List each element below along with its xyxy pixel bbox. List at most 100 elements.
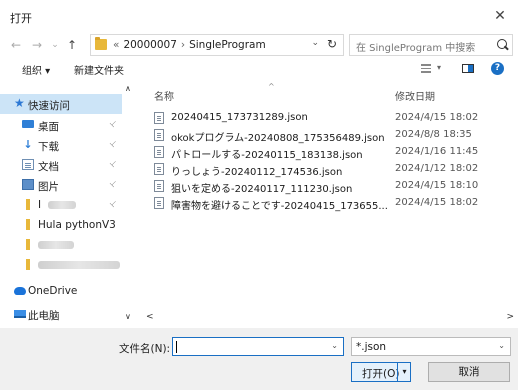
sidebar-item-desktop[interactable]: 桌面 ⊥ [0, 115, 122, 135]
open-options-dropdown-icon[interactable]: ▾ [397, 363, 411, 381]
pin-icon[interactable]: ⊥ [108, 118, 119, 129]
navigation-pane: ★ 快速访问 桌面 ⊥ ↓ 下载 ⊥ 文档 ⊥ 图片 ⊥ I ⊥ Hula py… [0, 82, 136, 326]
file-icon [154, 197, 164, 209]
sidebar-item-downloads[interactable]: ↓ 下载 ⊥ [0, 135, 122, 155]
breadcrumb-separator[interactable]: › [181, 39, 185, 51]
cancel-button[interactable]: 取消 [428, 362, 510, 382]
pin-icon[interactable]: ⊥ [108, 158, 119, 169]
folder-icon [26, 199, 30, 210]
open-button[interactable]: 打开(O) ▾ [351, 362, 411, 382]
sidebar-item-label: 桌面 [38, 121, 59, 133]
sidebar-item-folder-1[interactable]: I ⊥ [0, 195, 122, 215]
window-title: 打开 [10, 12, 32, 25]
chevron-down-icon[interactable]: ⌄ [498, 341, 505, 350]
new-folder-button[interactable]: 新建文件夹 [74, 62, 124, 77]
search-placeholder: 在 SingleProgram 中搜索 [356, 43, 476, 54]
dialog-footer: 文件名(N): ⌄ *.json ⌄ 打开(O) ▾ 取消 [0, 328, 518, 390]
toolbar: 组织 ▾ 新建文件夹 ▾ ? [0, 58, 518, 80]
pin-icon[interactable]: ⊥ [108, 198, 119, 209]
sidebar-item-label: 文档 [38, 161, 59, 173]
sidebar-item-folder-3[interactable] [0, 255, 122, 275]
breadcrumb-overflow[interactable]: « [113, 39, 119, 51]
file-list: ^ 名称 修改日期 20240415_173731289.json 2024/4… [140, 82, 518, 312]
search-icon[interactable] [497, 39, 507, 49]
file-row[interactable]: パトロールする-20240115_183138.json 2024/1/16 1… [140, 143, 512, 161]
sidebar-item-folder-2[interactable] [0, 235, 122, 255]
horizontal-scrollbar[interactable]: < > [140, 312, 518, 324]
file-date: 2024/8/8 18:35 [395, 129, 472, 140]
file-row[interactable]: 狙いを定める-20240117_111230.json 2024/4/15 18… [140, 177, 512, 195]
filename-input[interactable]: ⌄ [172, 337, 344, 356]
breadcrumb-item-20000007[interactable]: 20000007 [123, 39, 176, 51]
back-arrow-icon[interactable]: ← [8, 36, 24, 54]
address-bar[interactable]: « 20000007 › SingleProgram ⌄ ↻ [90, 34, 344, 56]
up-arrow-icon[interactable]: ↑ [64, 36, 80, 54]
onedrive-icon [14, 287, 26, 295]
sidebar-item-label: OneDrive [28, 285, 78, 297]
download-icon: ↓ [23, 138, 33, 151]
file-row[interactable]: 20240415_173731289.json 2024/4/15 18:02 [140, 109, 512, 126]
chevron-down-icon[interactable]: ⌄ [331, 341, 338, 350]
pictures-icon [22, 179, 34, 190]
help-icon[interactable]: ? [491, 62, 504, 75]
close-icon[interactable]: ✕ [490, 6, 510, 26]
sidebar-item-label: Hula pythonV3 [38, 219, 116, 231]
preview-pane-icon[interactable] [462, 64, 474, 73]
sidebar-item-this-pc[interactable]: 此电脑 [0, 304, 122, 324]
file-row[interactable]: 障害物を避けることです-20240415_173655... 2024/4/15… [140, 194, 512, 212]
sidebar-item-label: 快速访问 [28, 100, 70, 112]
sidebar-item-hula-pythonv3[interactable]: Hula pythonV3 [0, 215, 122, 235]
file-date: 2024/4/15 18:02 [395, 197, 479, 208]
recent-locations-icon[interactable]: ⌄ [47, 36, 63, 54]
file-name: okokプログラム-20240808_175356489.json [171, 133, 385, 144]
file-type-value: *.json [356, 341, 387, 353]
forward-arrow-icon[interactable]: → [29, 36, 45, 54]
scroll-right-icon[interactable]: > [506, 312, 514, 322]
column-header-name[interactable]: 名称 [154, 88, 174, 103]
file-date: 2024/4/15 18:10 [395, 180, 479, 191]
chevron-down-icon[interactable]: ⌄ [311, 38, 319, 48]
file-date: 2024/4/15 18:02 [395, 112, 479, 123]
file-date: 2024/1/12 18:02 [395, 163, 479, 174]
documents-icon [22, 159, 34, 170]
file-icon [154, 163, 164, 175]
scroll-up-icon[interactable]: ∧ [125, 84, 131, 93]
refresh-icon[interactable]: ↻ [327, 37, 337, 51]
sidebar-item-label: 下载 [38, 141, 59, 153]
sort-ascending-icon: ^ [268, 82, 275, 91]
breadcrumb-item-singleprogram[interactable]: SingleProgram [189, 39, 266, 51]
scroll-down-icon[interactable]: ∨ [125, 312, 131, 321]
sidebar-scrollbar[interactable]: ∧ ∨ [123, 84, 135, 324]
folder-icon [26, 219, 30, 230]
search-box[interactable]: 在 SingleProgram 中搜索 [349, 34, 513, 56]
blurred-label [38, 241, 74, 249]
view-options-icon[interactable] [421, 64, 431, 73]
open-button-label: 打开(O) [362, 368, 400, 380]
sidebar-item-documents[interactable]: 文档 ⊥ [0, 155, 122, 175]
folder-icon [26, 259, 30, 270]
view-dropdown-icon[interactable]: ▾ [437, 63, 441, 72]
sidebar-item-label: 图片 [38, 181, 59, 193]
sidebar-item-onedrive[interactable]: OneDrive [0, 281, 122, 301]
scroll-left-icon[interactable]: < [146, 312, 154, 322]
file-date: 2024/1/16 11:45 [395, 146, 479, 157]
star-icon: ★ [14, 96, 25, 110]
column-header-date-modified[interactable]: 修改日期 [395, 88, 435, 103]
file-type-select[interactable]: *.json ⌄ [351, 337, 511, 356]
file-icon [154, 146, 164, 158]
file-row[interactable]: okokプログラム-20240808_175356489.json 2024/8… [140, 126, 512, 144]
file-row[interactable]: りっしょう-20240112_174536.json 2024/1/12 18:… [140, 160, 512, 178]
file-name: 障害物を避けることです-20240415_173655... [171, 201, 388, 212]
pin-icon[interactable]: ⊥ [108, 178, 119, 189]
desktop-icon [22, 120, 34, 128]
text-caret [176, 341, 177, 353]
file-name: 20240415_173731289.json [171, 112, 308, 123]
organize-button[interactable]: 组织 ▾ [22, 62, 50, 77]
sidebar-item-label: I [38, 199, 42, 211]
sidebar-item-pictures[interactable]: 图片 ⊥ [0, 175, 122, 195]
computer-icon [14, 310, 26, 318]
pin-icon[interactable]: ⊥ [108, 138, 119, 149]
breadcrumb: « 20000007 › SingleProgram [113, 39, 266, 51]
folder-icon [95, 37, 107, 50]
sidebar-item-quick-access[interactable]: ★ 快速访问 [0, 94, 122, 114]
